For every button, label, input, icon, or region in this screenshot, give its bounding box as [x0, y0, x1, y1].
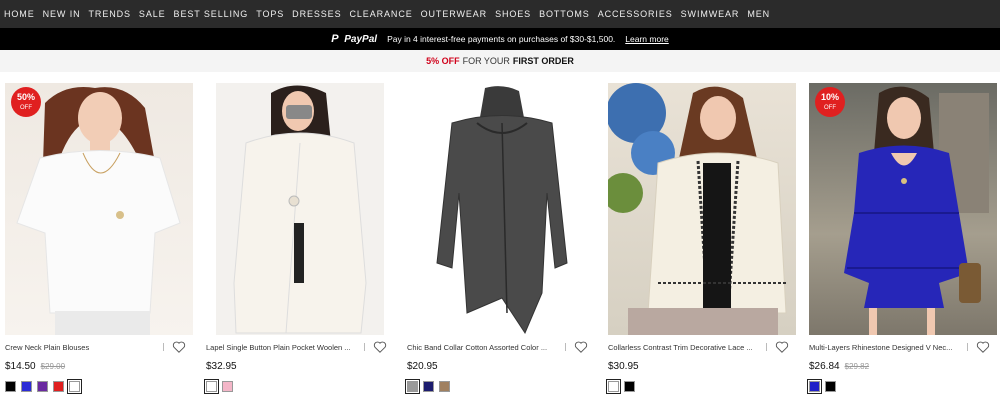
nav-men[interactable]: MEN	[747, 9, 770, 19]
nav-tops[interactable]: TOPS	[256, 9, 284, 19]
product-card[interactable]: Collarless Contrast Trim Decorative Lace…	[606, 83, 796, 394]
swatch-blue[interactable]	[807, 379, 822, 394]
paypal-logo: PayPal	[331, 33, 378, 45]
nav-new-in[interactable]: NEW IN	[43, 9, 81, 19]
nav-bottoms[interactable]: BOTTOMS	[539, 9, 590, 19]
original-price: $29.82	[844, 362, 870, 371]
product-card[interactable]: 50% OFF Crew Neck Plain Blouses $14.50 $…	[5, 83, 193, 394]
product-title[interactable]: Crew Neck Plain Blouses	[5, 343, 155, 352]
swatch-navy[interactable]	[423, 381, 434, 392]
promo-highlight: FIRST ORDER	[512, 56, 574, 66]
nav-home[interactable]: HOME	[4, 9, 35, 19]
color-swatches	[5, 379, 193, 394]
badge-percent: 50%	[16, 92, 35, 102]
nav-dresses[interactable]: DRESSES	[292, 9, 341, 19]
nav-shoes[interactable]: SHOES	[495, 9, 531, 19]
product-price: $14.50	[5, 361, 36, 372]
color-swatches	[204, 379, 394, 394]
product-photo-jacket	[436, 86, 568, 335]
product-title[interactable]: Lapel Single Button Plain Pocket Woolen …	[206, 343, 356, 352]
nav-accessories[interactable]: ACCESSORIES	[598, 9, 673, 19]
swatch-white[interactable]	[606, 379, 621, 394]
paypal-icon	[331, 33, 341, 45]
product-photo-coat	[216, 83, 384, 335]
nav-outerwear[interactable]: OUTERWEAR	[421, 9, 487, 19]
divider	[967, 343, 968, 351]
first-order-promo[interactable]: 5% OFF FOR YOUR FIRST ORDER	[0, 50, 1000, 72]
discount-badge: 50% OFF	[11, 87, 41, 117]
nav-sale[interactable]: SALE	[139, 9, 166, 19]
product-price: $30.95	[608, 361, 639, 372]
swatch-pink[interactable]	[222, 381, 233, 392]
swatch-blue[interactable]	[21, 381, 32, 392]
product-price: $26.84	[809, 361, 840, 372]
swatch-black[interactable]	[624, 381, 635, 392]
learn-more-link[interactable]: Learn more	[625, 34, 668, 44]
product-price: $32.95	[206, 361, 237, 372]
swatch-red[interactable]	[53, 381, 64, 392]
nav-trends[interactable]: TRENDS	[89, 9, 131, 19]
product-image[interactable]	[608, 83, 796, 335]
discount-badge: 10% OFF	[815, 87, 845, 117]
swatch-white[interactable]	[204, 379, 219, 394]
promo-discount: 5% OFF	[426, 56, 460, 66]
badge-off: OFF	[20, 105, 32, 111]
divider	[163, 343, 164, 351]
top-navigation: HOME NEW IN TRENDS SALE BEST SELLING TOP…	[0, 0, 1000, 28]
product-photo-cardigan	[608, 83, 787, 335]
swatch-gray[interactable]	[405, 379, 420, 394]
swatch-white[interactable]	[67, 379, 82, 394]
product-title[interactable]: Chic Band Collar Cotton Assorted Color .…	[407, 343, 557, 352]
wishlist-heart-icon[interactable]	[172, 340, 186, 354]
color-swatches	[807, 379, 997, 394]
badge-off: OFF	[824, 105, 836, 111]
product-photo-dress	[844, 86, 989, 335]
swatch-khaki[interactable]	[439, 381, 450, 392]
wishlist-heart-icon[interactable]	[373, 340, 387, 354]
product-card[interactable]: 10% OFF Multi-Layers Rhinestone Designed…	[807, 83, 997, 394]
swatch-purple[interactable]	[37, 381, 48, 392]
paypal-message: Pay in 4 interest-free payments on purch…	[387, 34, 616, 44]
color-swatches	[606, 379, 796, 394]
product-price: $20.95	[407, 361, 438, 372]
nav-best-selling[interactable]: BEST SELLING	[174, 9, 249, 19]
nav-clearance[interactable]: CLEARANCE	[350, 9, 413, 19]
divider	[364, 343, 365, 351]
promo-text: FOR YOUR	[462, 56, 510, 66]
product-title[interactable]: Multi-Layers Rhinestone Designed V Nec..…	[809, 343, 959, 352]
wishlist-heart-icon[interactable]	[976, 340, 990, 354]
original-price: $29.00	[40, 362, 66, 371]
product-image[interactable]	[216, 83, 384, 335]
nav-swimwear[interactable]: SWIMWEAR	[681, 9, 740, 19]
paypal-banner: PayPal Pay in 4 interest-free payments o…	[0, 28, 1000, 50]
divider	[565, 343, 566, 351]
product-card[interactable]: Chic Band Collar Cotton Assorted Color .…	[405, 83, 595, 394]
wishlist-heart-icon[interactable]	[574, 340, 588, 354]
paypal-brand: PayPal	[344, 33, 378, 45]
wishlist-heart-icon[interactable]	[775, 340, 789, 354]
divider	[766, 343, 767, 351]
product-image[interactable]	[407, 83, 595, 335]
product-photo-blouse	[16, 87, 181, 335]
color-swatches	[405, 379, 595, 394]
product-image[interactable]: 10% OFF	[809, 83, 997, 335]
product-card[interactable]: Lapel Single Button Plain Pocket Woolen …	[204, 83, 394, 394]
product-image[interactable]: 50% OFF	[5, 83, 193, 335]
badge-percent: 10%	[820, 92, 839, 102]
swatch-black[interactable]	[5, 381, 16, 392]
swatch-black[interactable]	[825, 381, 836, 392]
product-title[interactable]: Collarless Contrast Trim Decorative Lace…	[608, 343, 758, 352]
